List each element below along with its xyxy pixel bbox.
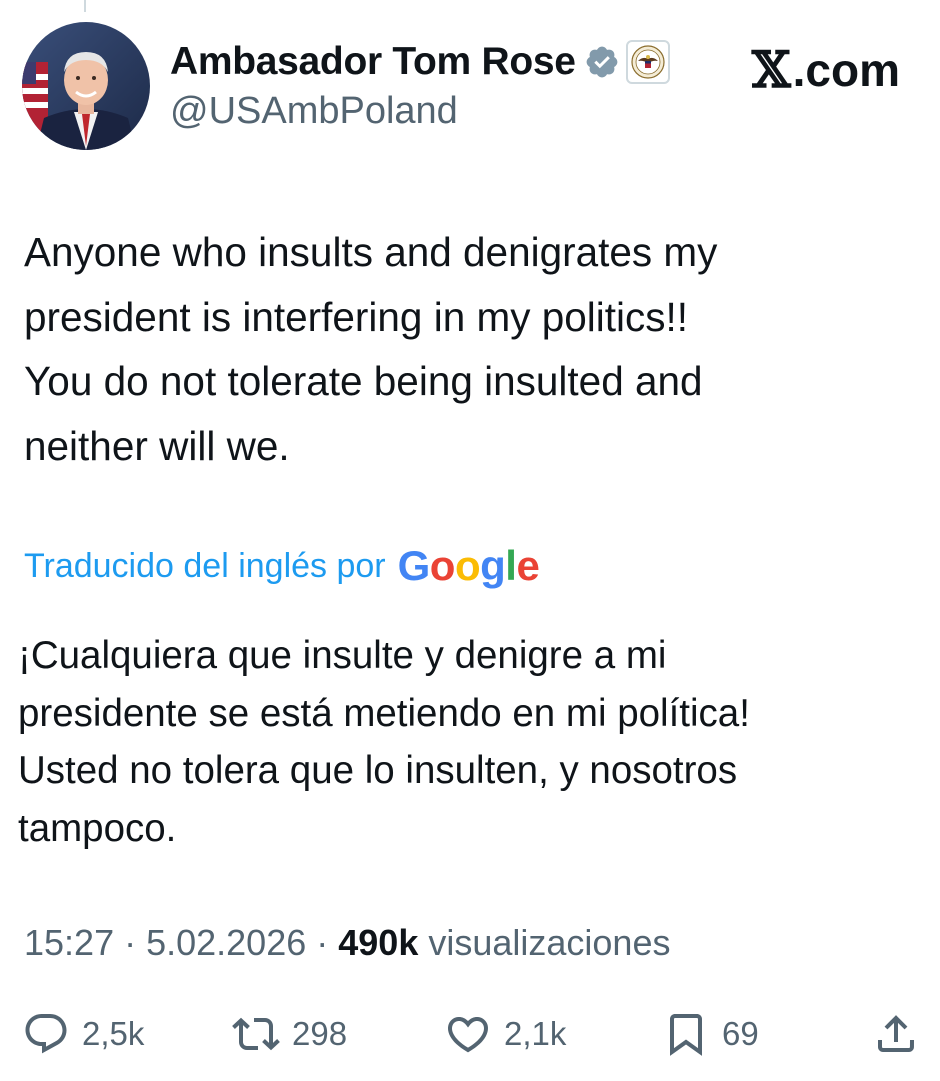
translation-label-link[interactable]: Traducido del inglés por <box>24 547 386 586</box>
tweet-date[interactable]: 5.02.2026 <box>146 922 306 964</box>
author-handle[interactable]: @USAmbPoland <box>170 90 458 133</box>
translated-tweet-text: ¡Cualquiera que insulte y denigre a mi p… <box>18 634 750 850</box>
heart-icon <box>447 1017 489 1053</box>
tweet-time[interactable]: 15:27 <box>24 922 114 964</box>
meta-separator: · <box>124 922 137 963</box>
share-icon <box>878 1015 914 1052</box>
google-logo-letter: G <box>397 542 431 589</box>
like-button[interactable]: 2,1k <box>444 1008 566 1060</box>
google-logo: Google <box>398 542 540 590</box>
tweet-metadata: 15:27 · 5.02.2026 · 490k visualizaciones <box>24 918 670 968</box>
reply-count: 2,5k <box>82 1015 145 1052</box>
us-state-department-seal-icon[interactable] <box>625 40 670 84</box>
google-logo-letter: e <box>516 542 540 589</box>
google-logo-letter: l <box>505 542 517 589</box>
translation-attribution: Traducido del inglés por Google <box>24 540 540 592</box>
site-watermark-name: com <box>805 43 900 96</box>
avatar[interactable] <box>22 22 150 150</box>
x-logo-icon: 𝕏 <box>751 40 791 99</box>
tweet-text: Anyone who insults and denigrates my pre… <box>24 229 718 469</box>
like-count: 2,1k <box>504 1015 567 1052</box>
author-display-name[interactable]: Ambasador Tom Rose <box>170 40 576 84</box>
bookmark-button[interactable]: 69 <box>662 1008 759 1060</box>
bookmark-icon <box>670 1014 702 1056</box>
thread-connector-line <box>84 0 86 12</box>
repost-icon <box>232 1017 280 1051</box>
reply-icon <box>25 1014 67 1054</box>
google-logo-letter: g <box>480 542 506 589</box>
reply-button[interactable]: 2,5k <box>22 1008 144 1060</box>
views-count[interactable]: 490k <box>338 922 418 964</box>
author-name-row: Ambasador Tom Rose <box>170 38 670 86</box>
share-button[interactable] <box>872 1008 920 1060</box>
repost-button[interactable]: 298 <box>232 1008 347 1060</box>
site-watermark: 𝕏. com <box>752 40 900 99</box>
google-logo-letter: o <box>454 542 481 589</box>
site-watermark-dot: . <box>792 43 806 96</box>
meta-separator: · <box>316 922 329 963</box>
verified-badge-icon[interactable] <box>584 44 620 80</box>
tweet-actions: 2,5k 298 2,1k 69 <box>0 1008 940 1060</box>
repost-count: 298 <box>292 1015 348 1052</box>
views-label[interactable]: visualizaciones <box>428 922 670 964</box>
google-logo-letter: o <box>429 542 456 589</box>
bookmark-count: 69 <box>722 1015 759 1052</box>
